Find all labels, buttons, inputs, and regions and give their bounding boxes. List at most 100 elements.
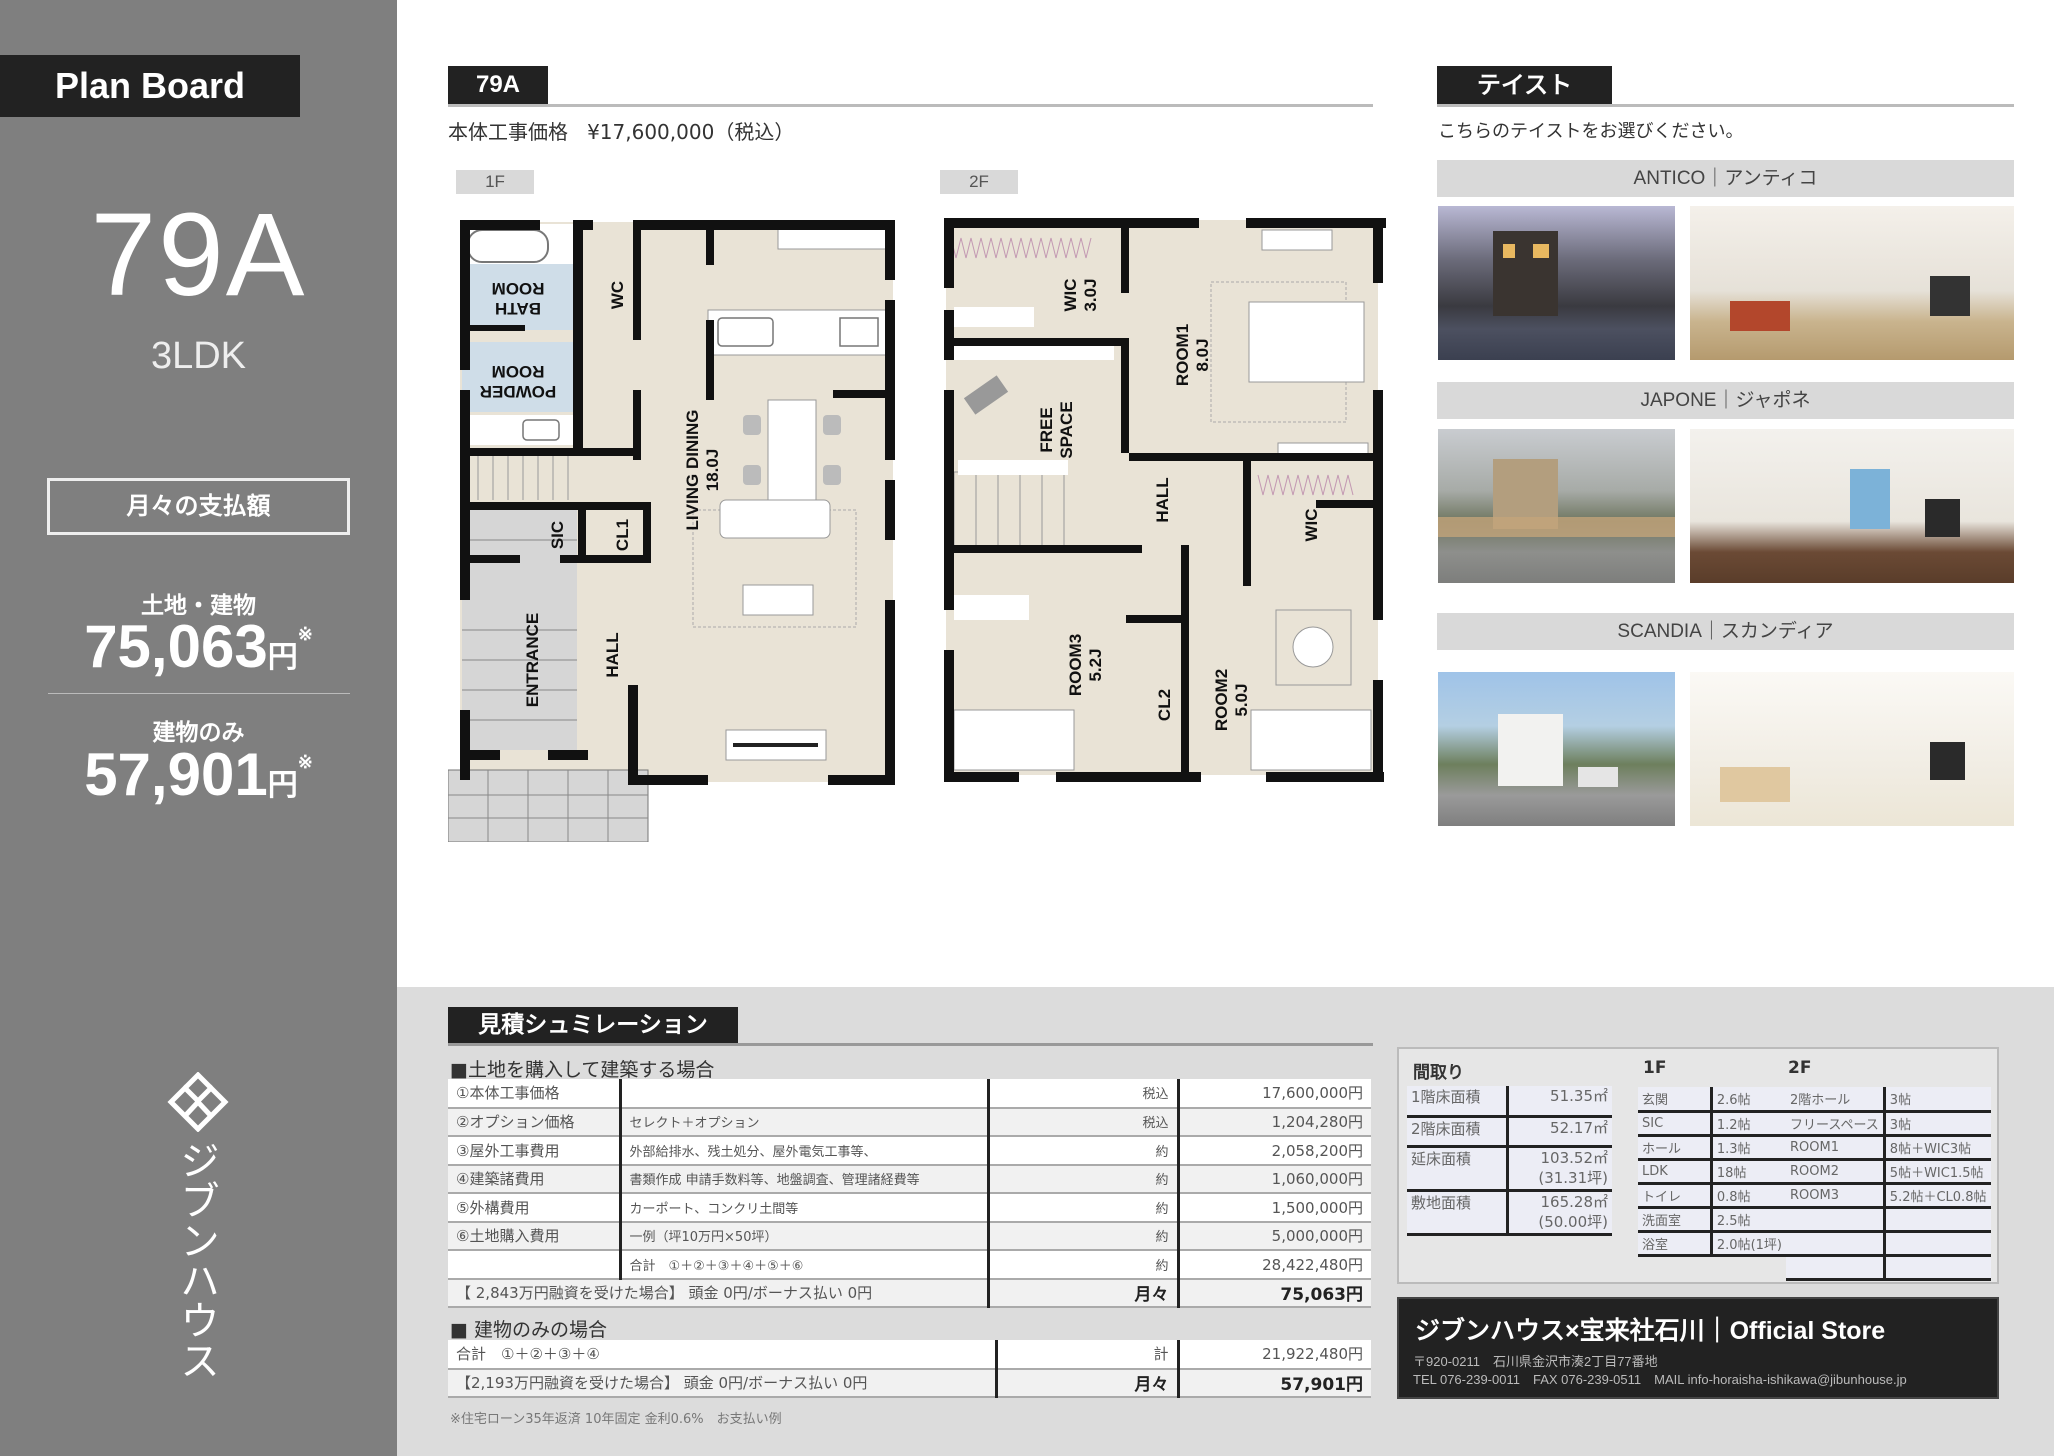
plan-header-rule (448, 104, 1373, 107)
estimate-header-rule (448, 1043, 1373, 1046)
brand-name-vertical: ジブンハウス (173, 1140, 219, 1380)
chair-icon (743, 465, 761, 485)
car (1578, 767, 1618, 787)
item-amount: 5,000,000円 (1176, 1221, 1371, 1251)
room-name: SIC (1638, 1111, 1712, 1137)
price-label: 本体工事価格 (448, 120, 568, 144)
taste-option-japone[interactable]: JAPONE｜ジャポネ (1437, 382, 2014, 419)
room-name: 玄関 (1638, 1087, 1712, 1113)
floor1-rooms-table: 玄関 2.6帖 SIC 1.2帖 ホール 1.3帖 LDK 18帖 トイレ 0.8帖 洗面室 2.5帖… (1638, 1087, 1786, 1257)
chair-icon (743, 415, 761, 435)
item-qualifier: 約 (986, 1250, 1178, 1280)
land-building-value: 75,063 (84, 613, 268, 680)
price-value: ¥17,600,000（税込） (587, 120, 795, 144)
bed-icon (1250, 709, 1372, 771)
antico-exterior-photo[interactable] (1438, 206, 1675, 360)
floor-plan-1f: BATHROOM WC POWDERROOM LIVING DINING18.0… (448, 220, 895, 842)
building-only-value: 57,901 (84, 741, 268, 808)
area-value-tsubo: (31.31坪) (1538, 1168, 1608, 1187)
land-loan-amount: 75,063円 (1176, 1278, 1371, 1308)
sink-counter (462, 415, 574, 445)
land-loan-qual: 月々 (986, 1278, 1178, 1308)
store-contact: TEL 076-239-0011 FAX 076-239-0511 MAIL i… (1413, 1372, 1907, 1387)
item-qualifier: 約 (986, 1136, 1178, 1166)
area-value-sqm: 103.52㎡ (1540, 1148, 1609, 1167)
note-mark: ※ (297, 752, 313, 772)
tv (1930, 742, 1965, 780)
table-row: ④建築諸費用 書類作成 申請手数料等、地盤調査、管理諸経費等約 1,060,000円 (448, 1164, 1371, 1194)
table-row: 浴室 2.0帖(1坪) (1638, 1231, 1786, 1257)
building-loan-qual: 月々 (994, 1368, 1178, 1398)
building-total-amount: 21,922,480円 (1176, 1340, 1371, 1370)
madori-title: 間取り (1413, 1063, 1464, 1083)
cl2-label: CL2 (1155, 689, 1174, 721)
plan-code: 79A (90, 189, 307, 321)
store-address: 〒920-0211 石川県金沢市湊2丁目77番地 (1413, 1354, 1658, 1369)
brand-logo-icon (167, 1072, 229, 1132)
divider (48, 693, 350, 694)
stair-landing (958, 460, 1068, 475)
scandia-interior-photo[interactable] (1690, 672, 2014, 826)
room-size: 5帖＋WIC1.5帖 (1882, 1159, 1991, 1185)
table-row: フリースペース 3帖 (1786, 1111, 1991, 1137)
sofa-icon (719, 499, 831, 539)
table-row: 延床面積 103.52㎡ (31.31坪) (1407, 1146, 1612, 1192)
bath-room-label: BATHROOM (492, 279, 545, 318)
item-name: ⑤外構費用 (448, 1193, 620, 1223)
taste-option-antico[interactable]: ANTICO｜アンティコ (1437, 160, 2014, 197)
item-description: カーポート、コンクリ土間等 (618, 1193, 988, 1223)
floor-2-tag: 2F (940, 170, 1018, 194)
floor2-rooms-title: 2F (1788, 1058, 1812, 1078)
hall-label: HALL (603, 632, 622, 677)
entrance-tile-floor (462, 590, 577, 750)
antico-interior-photo[interactable] (1690, 206, 2014, 360)
land-building-payment: 75,063円※ (0, 612, 397, 681)
room-size (1882, 1255, 1991, 1281)
round-table-icon (1292, 626, 1334, 668)
building-loan-amount: 57,901円 (1176, 1368, 1371, 1398)
room-name (1786, 1255, 1885, 1281)
yen-unit: 円 (267, 769, 298, 802)
room-size: 2.0帖(1坪) (1709, 1231, 1786, 1257)
taste-header: テイスト (1437, 66, 1612, 104)
item-description: 書類作成 申請手数料等、地盤調査、管理諸経費等 (618, 1164, 988, 1194)
japone-interior-photo[interactable] (1690, 429, 2014, 583)
item-amount: 28,422,480円 (1176, 1250, 1371, 1280)
item-qualifier: 税込 (986, 1107, 1178, 1137)
taste-subtitle: こちらのテイストをお選びください。 (1438, 121, 1744, 142)
room-name: ROOM1 (1786, 1135, 1885, 1161)
room-name: 洗面室 (1638, 1207, 1712, 1233)
scandia-exterior-photo[interactable] (1438, 672, 1675, 826)
room-name: フリースペース (1786, 1111, 1885, 1137)
sidebar: Plan Board 79A 3LDK 月々の支払額 土地・建物 75,063円… (0, 0, 397, 1456)
table-row: 2階床面積 52.17㎡ (1407, 1116, 1612, 1148)
table-row: 【 2,843万円融資を受けた場合】 頭金 0円/ボーナス払い 0円 月々 75,0… (448, 1278, 1371, 1308)
kitchen-counter (707, 309, 887, 356)
tv (1930, 276, 1970, 316)
item-description: 外部給排水、残土処分、屋外電気工事等、 (618, 1136, 988, 1166)
item-name (448, 1250, 620, 1280)
taste-option-scandia[interactable]: SCANDIA｜スカンディア (1437, 613, 2014, 650)
item-qualifier: 約 (986, 1193, 1178, 1223)
table-row (1786, 1207, 1991, 1233)
wic-3j-label: WIC3.0J (1061, 278, 1100, 311)
store-info-box: ジブンハウス×宝来社石川｜Official Store 〒920-0211 石川… (1397, 1297, 1999, 1399)
japone-exterior-photo[interactable] (1438, 429, 1675, 583)
item-qualifier: 税込 (986, 1079, 1178, 1109)
house-shape (1498, 714, 1563, 786)
table-row: ROOM3 5.2帖＋CL0.8帖 (1786, 1183, 1991, 1209)
window-light (1503, 244, 1515, 258)
table-row: 【2,193万円融資を受けた場合】 頭金 0円/ボーナス払い 0円 月々 57,… (448, 1368, 1371, 1398)
table-row (1786, 1255, 1991, 1281)
room-size: 0.8帖 (1709, 1183, 1786, 1209)
fence (1438, 517, 1675, 537)
room-size: 2.6帖 (1709, 1087, 1786, 1113)
land-loan-text: 【 2,843万円融資を受けた場合】 頭金 0円/ボーナス払い 0円 (448, 1278, 988, 1308)
hall-2f-label: HALL (1153, 477, 1172, 522)
floor-plan-2f: WIC3.0J ROOM18.0J FREESPACE HALL WIC ROO… (944, 218, 1386, 782)
monthly-payment-label: 月々の支払額 (47, 478, 350, 535)
plan-type: 3LDK (150, 335, 247, 377)
table-row: 2階ホール 3帖 (1786, 1087, 1991, 1113)
table-row: ①本体工事価格 税込 17,600,000円 (448, 1079, 1371, 1109)
room-name: ホール (1638, 1135, 1712, 1161)
